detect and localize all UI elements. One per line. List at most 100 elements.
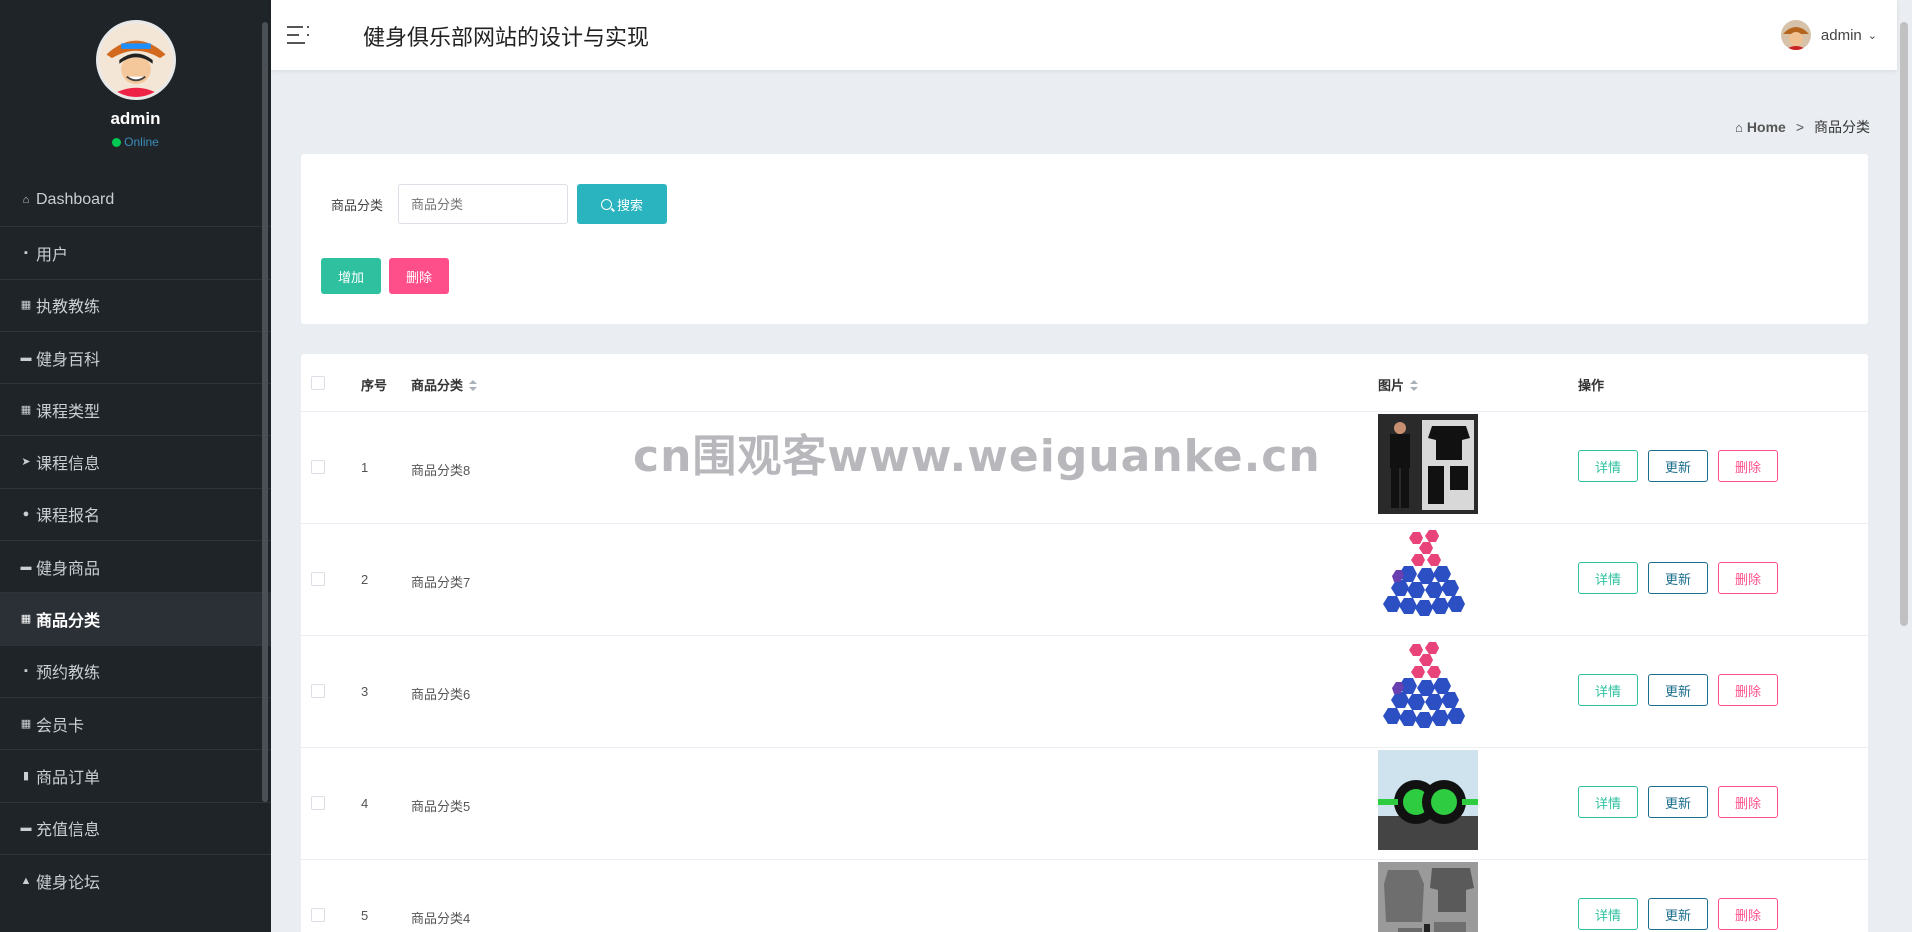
sidebar-item-label: Dashboard [36, 191, 115, 209]
row-checkbox[interactable] [311, 796, 325, 810]
avatar[interactable] [95, 20, 176, 100]
status-dot-icon [112, 138, 122, 147]
sidebar-scrollbar[interactable] [262, 22, 268, 802]
sidebar-item-label: 健身百科 [36, 351, 101, 369]
row-image[interactable] [1378, 750, 1478, 850]
doc-icon: ▪ [24, 665, 28, 678]
update-button[interactable]: 更新 [1648, 450, 1708, 482]
update-button[interactable]: 更新 [1648, 562, 1708, 594]
sidebar-item[interactable]: ▲ 健身论坛 [0, 853, 271, 906]
table-row: 3 商品分类6 详情 更新 删除 [301, 636, 1868, 748]
online-status: Online [0, 135, 271, 149]
detail-button[interactable]: 详情 [1578, 450, 1638, 482]
chat-icon: ▬ [20, 822, 32, 835]
sidebar-item-label: 会员卡 [36, 717, 85, 735]
sidebar-item[interactable]: ▦ 商品分类 [0, 592, 271, 645]
page-scrollbar[interactable] [1900, 22, 1908, 626]
row-index: 4 [361, 796, 369, 811]
chevron-down-icon: ⌄ [1867, 29, 1877, 42]
row-image[interactable] [1378, 638, 1478, 738]
top-header: 健身俱乐部网站的设计与实现 admin ⌄ [271, 0, 1897, 70]
delete-button[interactable]: 删除 [1718, 898, 1778, 930]
sidebar-item[interactable]: ➤ 课程信息 [0, 435, 271, 487]
sidebar-item[interactable]: ▬ 健身商品 [0, 540, 271, 592]
sidebar-menu: ⌂ Dashboard ▪ 用户 ▦ 执教教练 ▬ 健身百科 ▦ 课程类型 ➤ 课程信息 ● 课程报名 ▬ 健… [0, 174, 271, 906]
apps-icon: ▦ [20, 717, 32, 730]
header-category-label: 商品分类 [411, 378, 464, 393]
row-checkbox[interactable] [311, 460, 325, 474]
row-index: 3 [361, 684, 369, 699]
card-icon: ▬ [20, 560, 32, 573]
delete-button[interactable]: 删除 [1718, 562, 1778, 594]
sidebar-item[interactable]: ● 课程报名 [0, 487, 271, 540]
search-input[interactable] [398, 184, 568, 224]
search-label: 商品分类 [331, 198, 384, 213]
sidebar-item[interactable]: ▪ 预约教练 [0, 644, 271, 697]
home-icon: ⌂ [22, 194, 30, 207]
delete-button[interactable]: 删除 [1718, 674, 1778, 706]
row-image[interactable] [1378, 414, 1478, 514]
detail-button[interactable]: 详情 [1578, 898, 1638, 930]
sidebar-item[interactable]: ▬ 充值信息 [0, 801, 271, 854]
update-button[interactable]: 更新 [1648, 674, 1708, 706]
sidebar-item-label: 商品订单 [36, 769, 101, 787]
sidebar-item[interactable]: ▦ 执教教练 [0, 278, 271, 331]
breadcrumb-home[interactable]: Home [1747, 119, 1786, 135]
sidebar-item[interactable]: ▦ 课程类型 [0, 383, 271, 435]
grid-icon: ▦ [20, 299, 32, 312]
sidebar-item[interactable]: ▦ 会员卡 [0, 696, 271, 749]
pin-icon: ● [22, 508, 30, 521]
sidebar-item-label: 课程报名 [36, 508, 101, 526]
detail-button[interactable]: 详情 [1578, 674, 1638, 706]
add-button[interactable]: 增加 [321, 258, 381, 294]
person-icon: ▲ [20, 874, 32, 887]
table-header: 序号 商品分类 图片 操作 [301, 354, 1868, 412]
row-index: 5 [361, 908, 369, 923]
search-button-label: 搜索 [616, 197, 643, 213]
sidebar-item[interactable]: ⌂ Dashboard [0, 174, 271, 226]
row-image[interactable] [1378, 862, 1478, 932]
header-image-label: 图片 [1378, 378, 1405, 393]
sidebar-item-label: 健身论坛 [36, 874, 101, 892]
briefcase-icon: ▬ [20, 351, 32, 364]
sidebar-item[interactable]: ▪ 用户 [0, 226, 271, 278]
sidebar-item-label: 预约教练 [36, 665, 101, 683]
sidebar-item[interactable]: ▮ 商品订单 [0, 749, 271, 801]
delete-button[interactable]: 删除 [1718, 786, 1778, 818]
table-row: 4 商品分类5 详情 更新 删除 [301, 748, 1868, 860]
search-card: 商品分类 搜索 增加 删除 [301, 154, 1868, 324]
breadcrumb-separator: > [1795, 119, 1804, 135]
update-button[interactable]: 更新 [1648, 898, 1708, 930]
row-category: 商品分类5 [411, 799, 471, 814]
header-avatar [1780, 20, 1811, 50]
sidebar-item-label: 执教教练 [36, 299, 101, 317]
batch-delete-button[interactable]: 删除 [389, 258, 449, 294]
sidebar-item[interactable]: ▬ 健身百科 [0, 330, 271, 383]
breadcrumb-current: 商品分类 [1814, 119, 1870, 135]
detail-button[interactable]: 详情 [1578, 786, 1638, 818]
chart-icon: ▮ [22, 769, 30, 782]
row-image[interactable] [1378, 526, 1478, 626]
row-category: 商品分类4 [411, 911, 471, 926]
header-ops: 操作 [1578, 378, 1605, 393]
sidebar-item-label: 课程类型 [36, 403, 101, 421]
row-checkbox[interactable] [311, 908, 325, 922]
menu-toggle-icon[interactable] [287, 24, 311, 46]
profile-panel: admin Online [0, 0, 271, 174]
sort-icon[interactable] [469, 380, 478, 392]
row-checkbox[interactable] [311, 572, 325, 586]
row-category: 商品分类8 [411, 463, 471, 478]
sidebar-username: admin [110, 109, 161, 128]
header-image[interactable]: 图片 [1378, 375, 1419, 394]
delete-button[interactable]: 删除 [1718, 450, 1778, 482]
table-row: 5 商品分类4 详情 更新 删除 [301, 860, 1868, 932]
select-all-checkbox[interactable] [311, 376, 325, 390]
update-button[interactable]: 更新 [1648, 786, 1708, 818]
row-index: 2 [361, 572, 369, 587]
sort-icon[interactable] [1410, 380, 1419, 392]
row-checkbox[interactable] [311, 684, 325, 698]
user-menu[interactable]: admin ⌄ [1780, 20, 1877, 50]
detail-button[interactable]: 详情 [1578, 562, 1638, 594]
search-button[interactable]: 搜索 [577, 184, 667, 224]
header-category[interactable]: 商品分类 [411, 375, 478, 394]
